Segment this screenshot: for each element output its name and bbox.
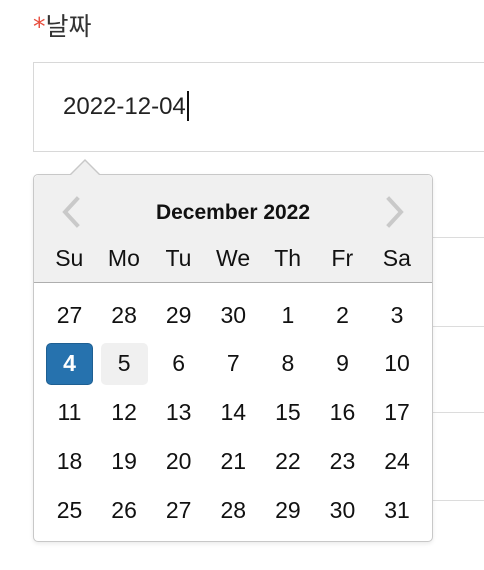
calendar-day[interactable]: 10: [374, 343, 421, 385]
background-field-divider: [432, 326, 484, 327]
calendar-day[interactable]: 9: [319, 343, 366, 385]
calendar-day[interactable]: 28: [101, 294, 148, 336]
calendar-day[interactable]: 27: [46, 294, 93, 336]
calendar-day[interactable]: 18: [46, 440, 93, 482]
weekday-friday: Fr: [331, 245, 354, 271]
selected-calendar-day[interactable]: 4: [46, 342, 93, 385]
weekday-thursday: Th: [274, 245, 302, 271]
calendar-day[interactable]: 30: [319, 489, 366, 531]
calendar-day[interactable]: 29: [155, 294, 202, 336]
date-field-label: *날짜: [33, 10, 92, 44]
date-input-value: 2022-12-04: [63, 93, 186, 120]
calendar-day[interactable]: 6: [155, 343, 202, 385]
calendar-day[interactable]: 7: [210, 343, 257, 385]
calendar-day[interactable]: 24: [374, 440, 421, 482]
calendar-day[interactable]: 21: [210, 440, 257, 482]
calendar-day[interactable]: 3: [374, 294, 421, 336]
calendar-day[interactable]: 14: [210, 392, 257, 434]
calendar-day[interactable]: 2: [319, 294, 366, 336]
calendar-day[interactable]: 20: [155, 440, 202, 482]
background-field-divider: [432, 237, 484, 238]
date-form-page: *날짜 2022-12-04 December 2022 Su Mo Tu We…: [0, 0, 484, 570]
calendar-day[interactable]: 28: [210, 489, 257, 531]
calendar-days-grid: 27 28 29 30 1 2 3 4 5 6 7 8 9 10 11 12 1…: [42, 294, 424, 538]
datepicker-header: December 2022 Su Mo Tu We Th Fr Sa: [34, 175, 432, 283]
weekday-tuesday: Tu: [165, 245, 192, 271]
calendar-day[interactable]: 27: [155, 489, 202, 531]
calendar-day[interactable]: 11: [46, 392, 93, 434]
date-label-text: 날짜: [45, 12, 92, 41]
calendar-day[interactable]: 25: [46, 489, 93, 531]
calendar-day[interactable]: 29: [264, 489, 311, 531]
calendar-day[interactable]: 22: [264, 440, 311, 482]
calendar-day[interactable]: 17: [374, 392, 421, 434]
required-indicator: *: [33, 12, 46, 41]
calendar-day[interactable]: 16: [319, 392, 366, 434]
calendar-day[interactable]: 31: [374, 489, 421, 531]
weekday-sunday: Su: [55, 245, 84, 271]
calendar-day[interactable]: 8: [264, 343, 311, 385]
month-title: December 2022: [155, 201, 311, 224]
calendar-day[interactable]: 13: [155, 392, 202, 434]
background-field-divider: [432, 412, 484, 413]
calendar-day[interactable]: 26: [101, 489, 148, 531]
calendar-day[interactable]: 15: [264, 392, 311, 434]
calendar-day[interactable]: 19: [101, 440, 148, 482]
calendar-day[interactable]: 30: [210, 294, 257, 336]
calendar-day[interactable]: 1: [264, 294, 311, 336]
weekday-saturday: Sa: [382, 245, 411, 271]
hovered-calendar-day[interactable]: 5: [100, 342, 148, 385]
background-field-divider: [432, 500, 484, 501]
datepicker-pointer: [70, 161, 100, 176]
chevron-right-icon: [386, 196, 404, 228]
datepicker-popup: December 2022 Su Mo Tu We Th Fr Sa 27 28…: [33, 159, 433, 542]
weekday-wednesday: We: [216, 245, 251, 271]
next-month-button[interactable]: [378, 195, 412, 229]
calendar-day[interactable]: 23: [319, 440, 366, 482]
weekday-header-row: Su Mo Tu We Th Fr Sa: [42, 243, 424, 273]
weekday-monday: Mo: [107, 245, 140, 271]
calendar-day[interactable]: 12: [101, 392, 148, 434]
date-input[interactable]: 2022-12-04: [33, 62, 484, 152]
text-cursor: [186, 90, 189, 121]
